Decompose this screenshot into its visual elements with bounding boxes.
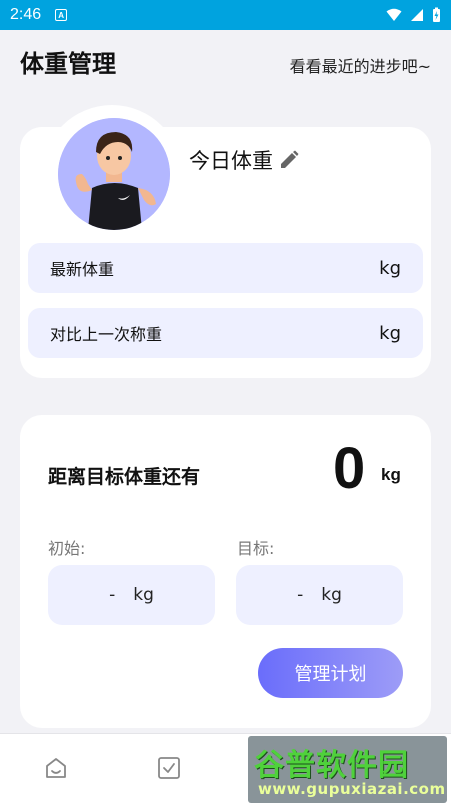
manage-plan-button[interactable]: 管理计划 (258, 648, 403, 698)
watermark-brand: 谷普软件园 (254, 748, 409, 783)
wifi-icon (386, 8, 402, 21)
goal-remaining-unit: kg (381, 465, 401, 484)
status-bar: 2:46 A (0, 0, 451, 30)
signal-icon (411, 9, 423, 21)
avatar[interactable] (58, 118, 170, 230)
latest-weight-unit: kg (379, 257, 401, 279)
page-title: 体重管理 (20, 50, 116, 78)
checkbox-icon[interactable] (157, 756, 181, 780)
runner-illustration (58, 118, 170, 230)
target-weight-unit: kg (321, 585, 342, 605)
initial-weight-unit: kg (133, 585, 154, 605)
latest-weight-label: 最新体重 (50, 260, 115, 279)
compare-last-row: 对比上一次称重 kg (28, 308, 423, 358)
pencil-icon[interactable] (279, 150, 299, 170)
page-subtitle: 看看最近的进步吧~ (289, 57, 431, 76)
status-icons (386, 7, 441, 23)
compare-last-label: 对比上一次称重 (50, 325, 163, 344)
watermark: 谷普软件园 www.gupuxiazai.com (248, 736, 447, 803)
target-weight-value: - (297, 585, 304, 605)
target-weight-box[interactable]: - kg (236, 565, 403, 625)
today-weight-label: 今日体重 (189, 149, 273, 173)
target-label: 目标: (237, 539, 275, 558)
today-weight-header[interactable]: 今日体重 (189, 145, 299, 175)
initial-weight-value: - (109, 585, 116, 605)
status-time: 2:46 (10, 6, 42, 23)
compare-last-unit: kg (379, 322, 401, 344)
home-icon[interactable] (44, 756, 68, 780)
battery-icon (433, 7, 440, 22)
latest-weight-row: 最新体重 kg (28, 243, 423, 293)
goal-title: 距离目标体重还有 (48, 466, 201, 488)
goal-remaining-value: 0 (333, 436, 366, 501)
app-notification-icon: A (55, 9, 68, 21)
initial-weight-box[interactable]: - kg (48, 565, 215, 625)
watermark-url: www.gupuxiazai.com (258, 780, 446, 798)
initial-label: 初始: (48, 539, 86, 558)
